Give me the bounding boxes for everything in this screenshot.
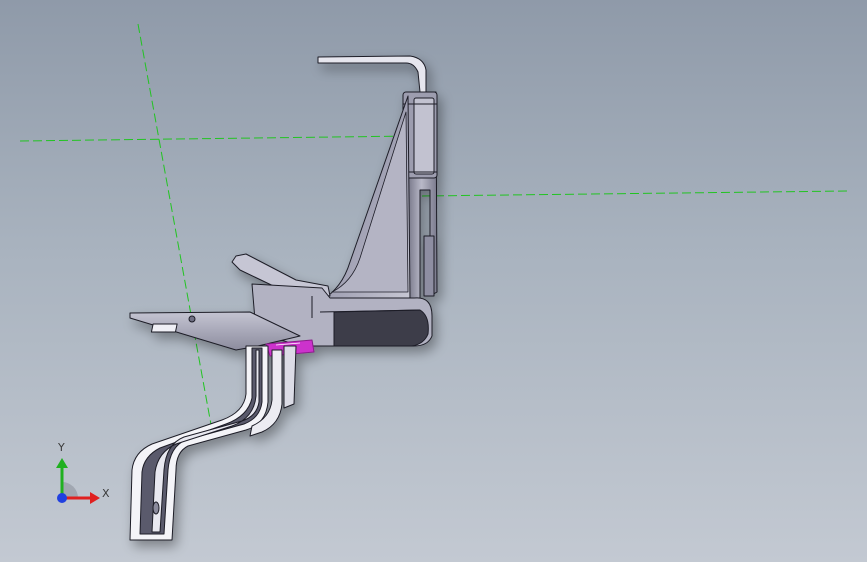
y-axis-arrowhead xyxy=(56,458,68,468)
hook-hole[interactable] xyxy=(152,501,160,515)
bracket-part[interactable] xyxy=(129,55,438,541)
coordinate-triad xyxy=(56,458,100,504)
corner-dark-face xyxy=(333,309,429,347)
plate-hole[interactable] xyxy=(188,315,196,323)
front-plane-line xyxy=(137,23,213,431)
plate-slot[interactable] xyxy=(150,323,178,333)
3d-model-view[interactable] xyxy=(0,0,867,562)
y-axis-label: Y xyxy=(58,441,65,454)
x-axis-arrowhead xyxy=(90,492,100,504)
clip-box-face xyxy=(413,97,435,175)
graphics-viewport[interactable]: Y X xyxy=(0,0,867,562)
right-plane-line xyxy=(421,190,849,197)
upright-tab[interactable] xyxy=(423,235,435,297)
rear-leg-strip[interactable] xyxy=(283,345,297,409)
z-axis-dot xyxy=(57,493,67,503)
top-plane-line xyxy=(19,135,413,142)
top-flange[interactable] xyxy=(317,55,427,93)
x-axis-label: X xyxy=(102,487,110,500)
